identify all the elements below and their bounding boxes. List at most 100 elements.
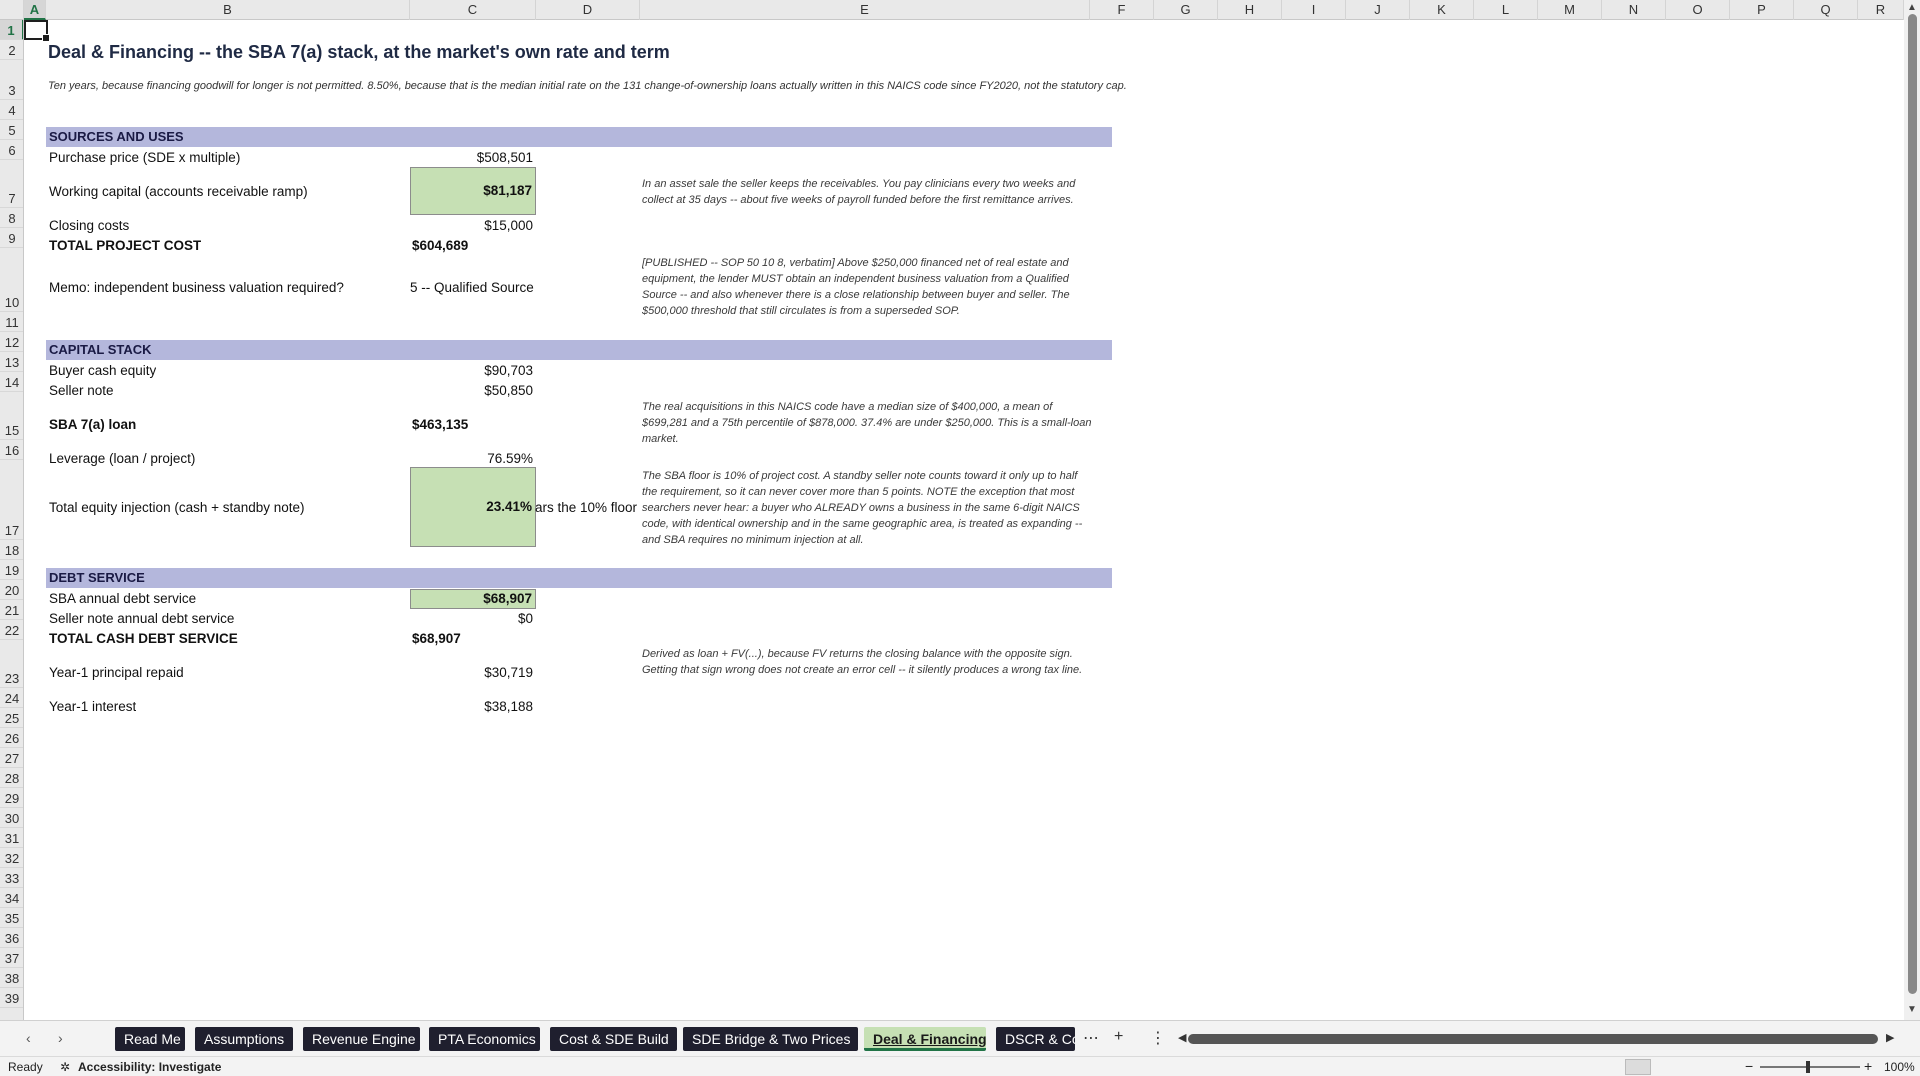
worksheet-grid[interactable]: Deal & Financing -- the SBA 7(a) stack, …	[24, 20, 1904, 1020]
row-header[interactable]: 28	[0, 768, 23, 788]
column-header-o[interactable]: O	[1666, 0, 1730, 20]
row-header[interactable]: 22	[0, 620, 23, 640]
zoom-slider[interactable]	[1760, 1066, 1860, 1068]
zoom-out-icon[interactable]: −	[1745, 1058, 1753, 1074]
row-header[interactable]: 3	[0, 60, 23, 100]
row-header[interactable]: 30	[0, 808, 23, 828]
normal-view-icon[interactable]	[1625, 1059, 1651, 1075]
tab-revenue-engine[interactable]: Revenue Engine	[303, 1027, 420, 1051]
row-header[interactable]: 6	[0, 140, 23, 160]
column-header-i[interactable]: I	[1282, 0, 1346, 20]
row-header[interactable]: 11	[0, 312, 23, 332]
column-header-j[interactable]: J	[1346, 0, 1410, 20]
sba-loan-value[interactable]: $463,135	[412, 417, 468, 432]
column-header-e[interactable]: E	[640, 0, 1090, 20]
row-header[interactable]: 34	[0, 888, 23, 908]
row-header[interactable]: 8	[0, 208, 23, 228]
column-header-r[interactable]: R	[1858, 0, 1904, 20]
select-all-corner[interactable]	[0, 0, 24, 20]
column-header-k[interactable]: K	[1410, 0, 1474, 20]
column-header-q[interactable]: Q	[1794, 0, 1858, 20]
row-header[interactable]: 15	[0, 392, 23, 440]
row-header[interactable]: 38	[0, 968, 23, 988]
tab-sde-bridge[interactable]: SDE Bridge & Two Prices	[683, 1027, 858, 1051]
tab-pta-economics[interactable]: PTA Economics	[429, 1027, 540, 1051]
leverage-value[interactable]: 76.59%	[410, 451, 536, 466]
tab-prev-icon[interactable]: ‹	[26, 1030, 31, 1046]
row-header[interactable]: 25	[0, 708, 23, 728]
scroll-left-arrow-icon[interactable]: ◀	[1178, 1031, 1186, 1044]
row-header[interactable]: 4	[0, 100, 23, 120]
row-header[interactable]: 17	[0, 460, 23, 540]
row-header[interactable]: 36	[0, 928, 23, 948]
scroll-up-arrow-icon[interactable]: ▲	[1907, 2, 1917, 13]
row-header[interactable]: 5	[0, 120, 23, 140]
buyer-cash-equity-value[interactable]: $90,703	[410, 363, 536, 378]
row-header[interactable]: 31	[0, 828, 23, 848]
horizontal-scroll-thumb[interactable]	[1188, 1034, 1878, 1044]
total-project-cost-value[interactable]: $604,689	[412, 238, 468, 253]
row-header[interactable]: 27	[0, 748, 23, 768]
zoom-slider-knob[interactable]	[1806, 1061, 1810, 1073]
row-header[interactable]: 32	[0, 848, 23, 868]
valuation-memo-value[interactable]: 5 -- Qualified Source	[410, 280, 536, 295]
seller-debt-service-value[interactable]: $0	[410, 611, 536, 626]
row-header[interactable]: 35	[0, 908, 23, 928]
vertical-scroll-thumb[interactable]	[1908, 14, 1917, 994]
seller-note-value[interactable]: $50,850	[410, 383, 536, 398]
column-header-f[interactable]: F	[1090, 0, 1154, 20]
vertical-scrollbar[interactable]: ▲ ▼	[1904, 0, 1920, 1020]
year1-interest-value[interactable]: $38,188	[410, 699, 536, 714]
sba-debt-service-input[interactable]: $68,907	[410, 589, 536, 609]
tab-dscr[interactable]: DSCR & Co	[996, 1027, 1075, 1051]
working-capital-input[interactable]: $81,187	[410, 167, 536, 215]
column-header-n[interactable]: N	[1602, 0, 1666, 20]
page-layout-view-icon[interactable]	[1666, 1059, 1692, 1075]
closing-costs-value[interactable]: $15,000	[410, 218, 536, 233]
sheet-options-icon[interactable]: ⋮	[1150, 1028, 1166, 1048]
total-debt-service-value[interactable]: $68,907	[412, 631, 461, 646]
row-header[interactable]: 29	[0, 788, 23, 808]
equity-injection-input[interactable]: 23.41%	[410, 467, 536, 547]
more-tabs-icon[interactable]: ⋯	[1083, 1028, 1099, 1048]
row-header[interactable]: 7	[0, 160, 23, 208]
row-header[interactable]: 16	[0, 440, 23, 460]
tab-next-icon[interactable]: ›	[58, 1030, 63, 1046]
row-header[interactable]: 26	[0, 728, 23, 748]
column-header-h[interactable]: H	[1218, 0, 1282, 20]
column-header-b[interactable]: B	[46, 0, 410, 20]
row-header[interactable]: 23	[0, 640, 23, 688]
row-header[interactable]: 39	[0, 988, 23, 1008]
row-header[interactable]: 10	[0, 248, 23, 312]
tab-cost-sde-build[interactable]: Cost & SDE Build	[550, 1027, 677, 1051]
row-header[interactable]: 20	[0, 580, 23, 600]
row-header[interactable]: 2	[0, 40, 23, 60]
row-header[interactable]: 14	[0, 372, 23, 392]
add-sheet-icon[interactable]: +	[1114, 1028, 1123, 1046]
row-header[interactable]: 18	[0, 540, 23, 560]
row-header[interactable]: 33	[0, 868, 23, 888]
row-header[interactable]: 24	[0, 688, 23, 708]
scroll-right-arrow-icon[interactable]: ▶	[1886, 1031, 1894, 1044]
year1-principal-value[interactable]: $30,719	[410, 665, 536, 680]
column-header-p[interactable]: P	[1730, 0, 1794, 20]
column-header-m[interactable]: M	[1538, 0, 1602, 20]
column-header-c[interactable]: C	[410, 0, 536, 20]
zoom-in-icon[interactable]: +	[1864, 1058, 1872, 1074]
column-header-a[interactable]: A	[24, 0, 46, 20]
purchase-price-value[interactable]: $508,501	[410, 150, 536, 165]
row-header[interactable]: 1	[0, 20, 23, 40]
column-header-d[interactable]: D	[536, 0, 640, 20]
tab-deal-financing[interactable]: Deal & Financing	[864, 1027, 986, 1051]
tab-assumptions[interactable]: Assumptions	[195, 1027, 293, 1051]
accessibility-status[interactable]: Accessibility: Investigate	[78, 1060, 221, 1074]
row-header[interactable]: 21	[0, 600, 23, 620]
zoom-level[interactable]: 100%	[1884, 1060, 1915, 1074]
column-header-g[interactable]: G	[1154, 0, 1218, 20]
row-header[interactable]: 13	[0, 352, 23, 372]
tab-read-me[interactable]: Read Me	[115, 1027, 185, 1051]
row-header[interactable]: 12	[0, 332, 23, 352]
column-header-l[interactable]: L	[1474, 0, 1538, 20]
row-header[interactable]: 9	[0, 228, 23, 248]
row-header[interactable]: 19	[0, 560, 23, 580]
